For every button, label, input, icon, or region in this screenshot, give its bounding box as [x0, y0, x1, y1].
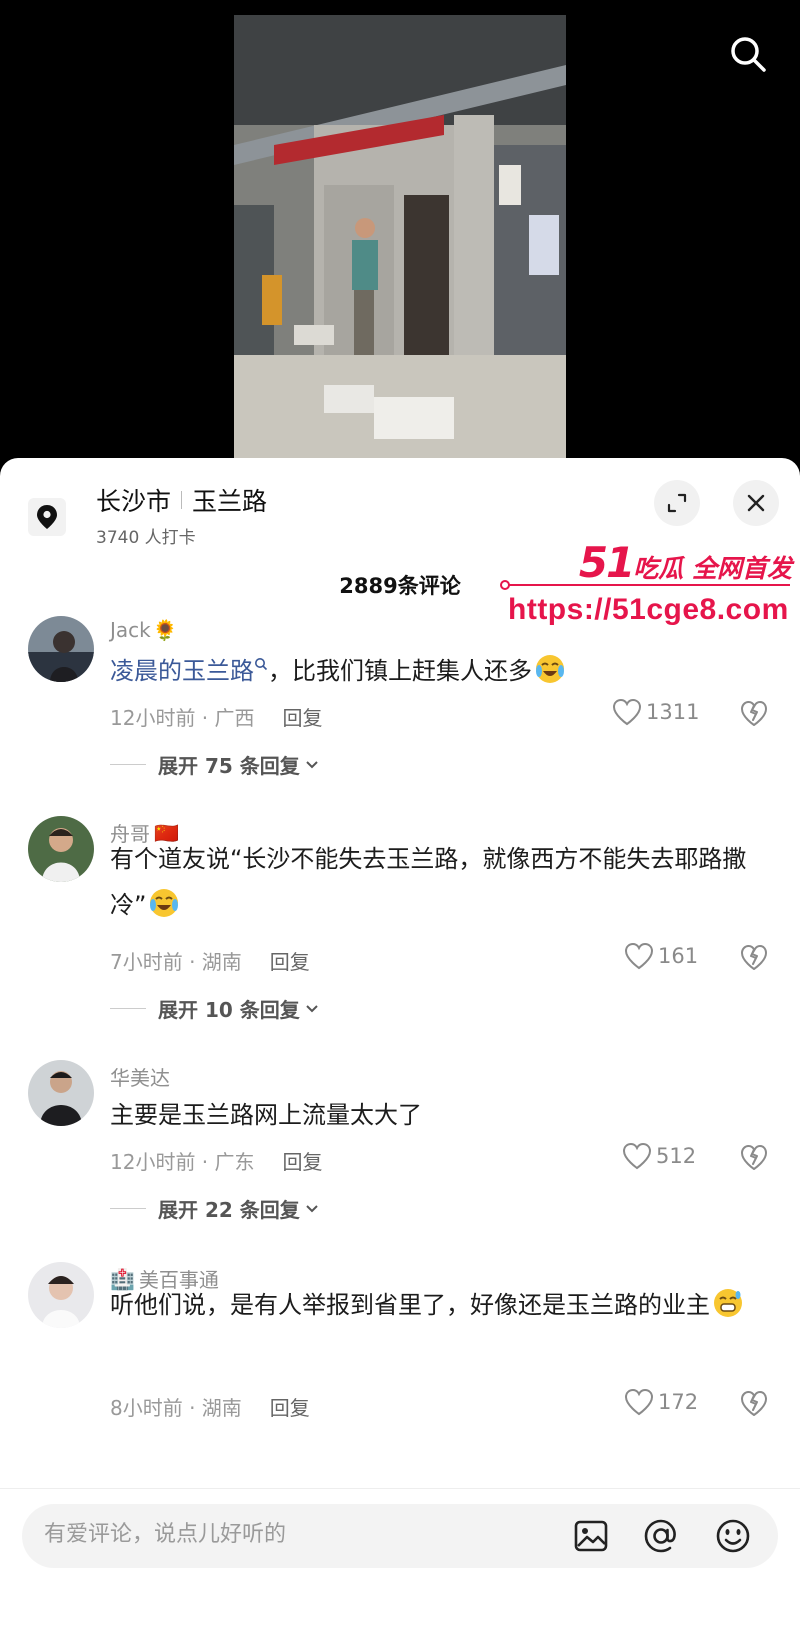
- comment-meta: 12小时前 · 广东 回复: [110, 1146, 323, 1175]
- like-button[interactable]: 172: [624, 1388, 698, 1416]
- comment-meta: 12小时前 · 广西 回复: [110, 702, 323, 731]
- reply-button[interactable]: 回复: [270, 1396, 310, 1420]
- search-icon: [731, 37, 766, 72]
- video-frame[interactable]: [234, 15, 566, 463]
- location-road: 玉兰路: [192, 487, 268, 516]
- dislike-heart-icon[interactable]: [740, 1144, 768, 1172]
- comment-meta: 8小时前 · 湖南 回复: [110, 1392, 310, 1421]
- video-area[interactable]: [0, 0, 800, 470]
- search-small-icon: [255, 658, 268, 671]
- video-scene-image: [234, 15, 566, 463]
- crying-laugh-emoji-icon: [536, 655, 564, 683]
- comment-meta: 7小时前 · 湖南 回复: [110, 946, 310, 975]
- heart-icon: [612, 698, 642, 726]
- avatar[interactable]: [28, 616, 94, 682]
- comment-text: 听他们说，是有人举报到省里了，好像还是玉兰路的业主: [110, 1282, 770, 1328]
- like-button[interactable]: 1311: [612, 698, 699, 726]
- crying-laugh-emoji-icon: [150, 889, 179, 917]
- comment-time: 12小时前 · 广西: [110, 706, 255, 730]
- expand-replies-button[interactable]: 展开 10 条回复: [110, 994, 320, 1023]
- expand-button[interactable]: [654, 480, 700, 526]
- heart-icon: [622, 1142, 652, 1170]
- user-badge-emoji: 🌻: [152, 618, 178, 642]
- like-count: 1311: [646, 700, 700, 724]
- chevron-down-icon: [306, 1004, 318, 1012]
- like-count: 512: [656, 1144, 697, 1168]
- expand-dash: [110, 1208, 146, 1209]
- comment-input[interactable]: [44, 1522, 524, 1547]
- location-pin-icon: [28, 498, 66, 536]
- comment-time: 12小时前 · 广东: [110, 1150, 255, 1174]
- like-count: 161: [658, 944, 699, 968]
- emoji-icon: [716, 1519, 750, 1553]
- expand-replies-button[interactable]: 展开 75 条回复: [110, 750, 320, 779]
- expand-icon: [667, 493, 687, 513]
- like-count: 172: [658, 1390, 699, 1414]
- avatar[interactable]: [28, 816, 94, 882]
- dislike-heart-icon[interactable]: [740, 944, 768, 972]
- grin-sweat-emoji-icon: [714, 1289, 742, 1317]
- comment-text: 凌晨的玉兰路 ，比我们镇上赶集人还多: [110, 648, 770, 694]
- close-button[interactable]: [733, 480, 779, 526]
- dislike-heart-icon[interactable]: [740, 1390, 768, 1418]
- image-icon: [574, 1520, 608, 1552]
- avatar[interactable]: [28, 1060, 94, 1126]
- heart-icon: [624, 1388, 654, 1416]
- input-divider: [0, 1488, 800, 1489]
- comment-input-bar: [22, 1504, 778, 1568]
- expand-dash: [110, 1008, 146, 1009]
- location-title: 长沙市 玉兰路: [96, 482, 267, 518]
- comment-username[interactable]: 华美达: [110, 1062, 170, 1091]
- reply-button[interactable]: 回复: [283, 706, 323, 730]
- watermark-url: https://51cge8.com: [508, 593, 789, 626]
- comment-time: 7小时前 · 湖南: [110, 950, 242, 974]
- like-button[interactable]: 512: [622, 1142, 696, 1170]
- watermark-underline: [500, 580, 790, 590]
- comment-text: 主要是玉兰路网上流量太大了: [110, 1101, 422, 1129]
- mention-button[interactable]: [642, 1517, 680, 1555]
- reply-button[interactable]: 回复: [270, 950, 310, 974]
- location-checkins: 3740 人打卡: [96, 528, 196, 548]
- chevron-down-icon: [306, 760, 318, 768]
- image-button[interactable]: [572, 1517, 610, 1555]
- comment-username[interactable]: Jack 🌻: [110, 618, 178, 642]
- avatar[interactable]: [28, 1262, 94, 1328]
- expand-dash: [110, 764, 146, 765]
- comments-sheet: 长沙市 玉兰路 3740 人打卡 2889条评论 51吃瓜 全网首发 https…: [0, 458, 800, 1641]
- emoji-button[interactable]: [714, 1517, 752, 1555]
- comment-time: 8小时前 · 湖南: [110, 1396, 242, 1420]
- reply-button[interactable]: 回复: [283, 1150, 323, 1174]
- expand-replies-button[interactable]: 展开 22 条回复: [110, 1194, 320, 1223]
- chevron-down-icon: [306, 1204, 318, 1212]
- close-icon: [747, 494, 765, 512]
- watermark-brand-text: 吃瓜 全网首发: [633, 554, 792, 583]
- location-city: 长沙市: [96, 487, 172, 516]
- comment-text: 有个道友说“长沙不能失去玉兰路，就像西方不能失去耶路撒冷”: [110, 845, 747, 919]
- search-button[interactable]: [724, 30, 772, 78]
- dislike-heart-icon[interactable]: [740, 700, 768, 728]
- heart-icon: [624, 942, 654, 970]
- at-icon: [644, 1519, 676, 1553]
- like-button[interactable]: 161: [624, 942, 698, 970]
- location-separator: [181, 491, 183, 509]
- search-link[interactable]: 凌晨的玉兰路: [110, 657, 254, 685]
